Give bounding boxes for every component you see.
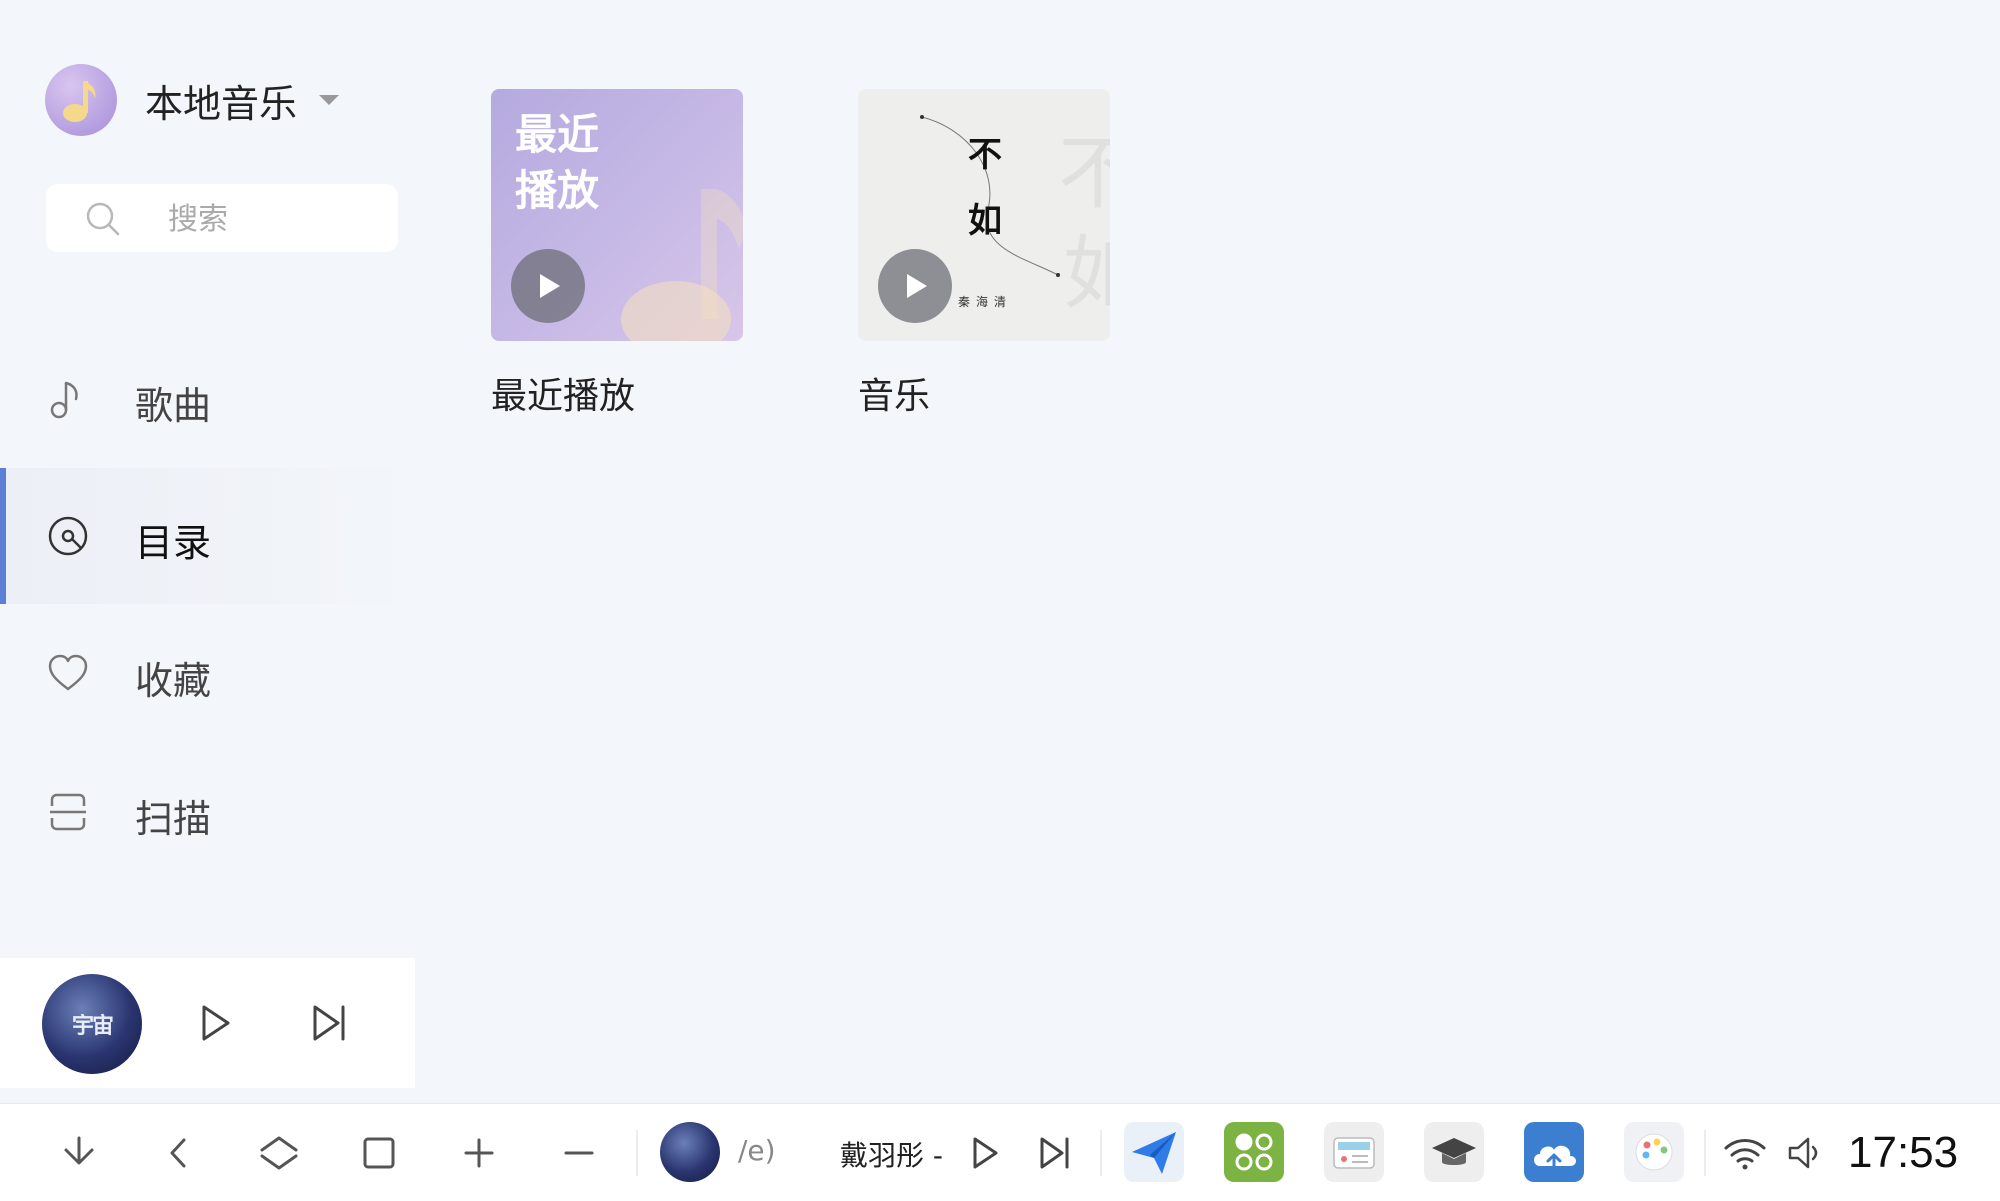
graduation-cap-icon (1432, 1138, 1476, 1165)
album-title-music[interactable]: 音乐 (858, 367, 930, 419)
nav-label-directory: 目录 (135, 521, 212, 565)
search-box[interactable] (46, 184, 398, 252)
play-icon[interactable] (960, 1128, 1010, 1178)
taskbar-now-playing-cover[interactable] (660, 1122, 720, 1182)
search-icon (86, 202, 120, 236)
taskbar-divider (1704, 1130, 1706, 1176)
taskbar-artist[interactable]: 戴羽彤 - (840, 1134, 943, 1174)
radio-icon (1333, 1137, 1375, 1169)
clock: 17:53 (1848, 1128, 1959, 1177)
taskbar-divider (636, 1130, 638, 1176)
volume-down-icon[interactable] (554, 1128, 604, 1178)
cloud-upload-icon (1534, 1145, 1576, 1170)
source-title[interactable]: 本地音乐 (145, 73, 297, 128)
mini-player: 宇宙 (0, 958, 415, 1088)
music-note-icon (63, 81, 96, 122)
music-source-avatar (45, 64, 117, 136)
system-taskbar: /e) 戴羽彤 - 17:53 (0, 1103, 2000, 1201)
nav-label-scan: 扫描 (135, 797, 212, 841)
nav-item-scan[interactable]: 扫描 (0, 744, 415, 880)
home-icon[interactable] (254, 1128, 304, 1178)
heart-icon (48, 654, 88, 691)
play-album-music-button[interactable] (878, 249, 952, 323)
chevron-down-icon[interactable] (319, 95, 340, 105)
album-cover-music[interactable]: 不 如 不 如 秦海清 (858, 89, 1110, 341)
nav-item-favorites[interactable]: 收藏 (0, 606, 415, 742)
nav-item-directory[interactable]: 目录 (0, 468, 415, 604)
album-cover-recent-text: 最近 播放 (515, 110, 600, 215)
disc-icon (48, 516, 88, 556)
next-track-icon[interactable] (1030, 1128, 1080, 1178)
music-note-icon (50, 381, 78, 419)
cover-title-char: 不 (968, 135, 1002, 175)
paper-plane-icon (1132, 1132, 1176, 1174)
radio-app-icon[interactable] (1324, 1122, 1384, 1182)
search-input[interactable] (166, 196, 380, 242)
play-album-recent-button[interactable] (511, 249, 585, 323)
palette-icon (1635, 1133, 1673, 1171)
cover-title-char: 如 (968, 201, 1002, 241)
taskbar-divider (1100, 1130, 1102, 1176)
nav-item-songs[interactable]: 歌曲 (0, 331, 415, 467)
back-icon[interactable] (154, 1128, 204, 1178)
cover-artist-text: 秦海清 (958, 295, 1013, 309)
nav-label-favorites: 收藏 (135, 659, 212, 703)
apps-grid-icon (1235, 1133, 1273, 1171)
now-playing-cover[interactable]: 宇宙 (42, 974, 142, 1074)
sidebar: 本地音乐 歌曲 目录 收藏 (0, 0, 415, 1103)
album-title-recent[interactable]: 最近播放 (491, 367, 635, 419)
nav-label-songs: 歌曲 (135, 384, 212, 428)
recent-apps-icon[interactable] (354, 1128, 404, 1178)
next-track-icon[interactable] (305, 998, 355, 1048)
education-app-icon[interactable] (1424, 1122, 1484, 1182)
music-note-decoration (621, 189, 743, 341)
now-playing-cover-text: 宇宙 (71, 1014, 114, 1039)
wifi-icon[interactable] (1720, 1128, 1770, 1178)
play-icon[interactable] (190, 998, 240, 1048)
chevron-down-icon[interactable] (54, 1128, 104, 1178)
play-icon (907, 274, 927, 298)
scan-icon (50, 793, 86, 831)
taskbar-track-title[interactable]: /e) (738, 1134, 776, 1167)
app-store-icon[interactable] (1224, 1122, 1284, 1182)
source-selector[interactable]: 本地音乐 (45, 64, 340, 136)
ota-update-app-icon[interactable] (1524, 1122, 1584, 1182)
speaker-icon[interactable] (1780, 1128, 1830, 1178)
album-cover-recent[interactable]: 最近 播放 (491, 89, 743, 341)
volume-up-icon[interactable] (454, 1128, 504, 1178)
play-icon (540, 274, 560, 298)
navigation-app-icon[interactable] (1124, 1122, 1184, 1182)
theme-app-icon[interactable] (1624, 1122, 1684, 1182)
